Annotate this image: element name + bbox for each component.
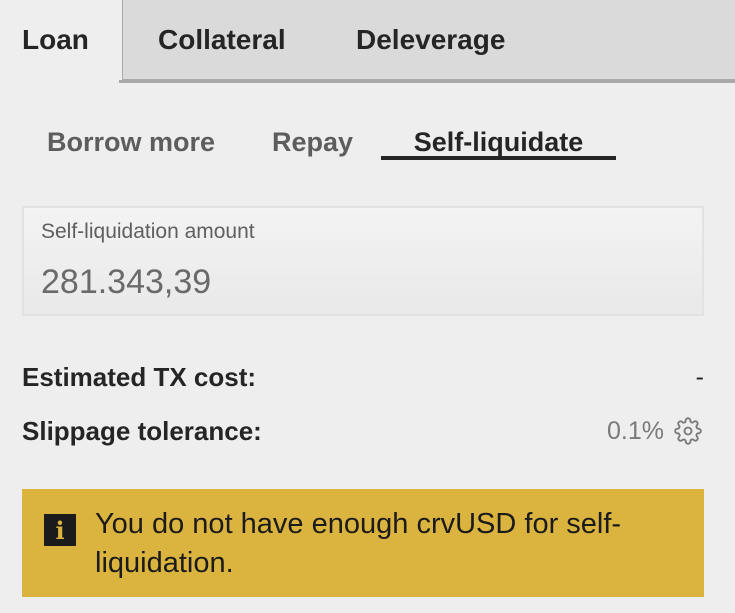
subtab-repay[interactable]: Repay <box>272 124 353 160</box>
estimated-tx-cost-row: Estimated TX cost: - <box>22 357 704 397</box>
tx-cost-value: - <box>695 362 704 391</box>
slippage-tolerance-row: Slippage tolerance: 0.1% <box>22 411 704 451</box>
subtab-borrow-more[interactable]: Borrow more <box>47 124 215 160</box>
subtab-self-liquidate[interactable]: Self-liquidate <box>381 124 616 160</box>
subtab-self-liquidate-label: Self-liquidate <box>413 126 584 157</box>
self-liquidation-amount-field[interactable]: Self-liquidation amount <box>22 206 704 316</box>
tab-loan-label: Loan <box>22 24 89 55</box>
active-subtab-underline <box>381 156 616 160</box>
insufficient-balance-alert: i You do not have enough crvUSD for self… <box>22 489 704 597</box>
gear-icon[interactable] <box>672 415 704 447</box>
tab-loan[interactable]: Loan <box>0 0 122 80</box>
slippage-control: 0.1% <box>607 415 704 447</box>
tab-deleverage-label: Deleverage <box>356 24 506 55</box>
tab-collateral[interactable]: Collateral <box>158 0 286 80</box>
subtab-borrow-more-label: Borrow more <box>47 126 216 157</box>
info-icon: i <box>44 514 76 546</box>
slippage-label: Slippage tolerance: <box>22 415 262 446</box>
top-tab-bar: Loan Collateral Deleverage <box>0 0 735 88</box>
alert-message: You do not have enough crvUSD for self-l… <box>95 508 622 579</box>
tx-cost-label: Estimated TX cost: <box>22 361 257 392</box>
tab-collateral-label: Collateral <box>158 24 286 55</box>
subtab-repay-label: Repay <box>272 126 354 157</box>
tab-deleverage[interactable]: Deleverage <box>356 0 505 80</box>
slippage-value: 0.1% <box>607 416 664 445</box>
amount-input-label: Self-liquidation amount <box>41 220 255 243</box>
amount-input[interactable] <box>41 260 641 304</box>
